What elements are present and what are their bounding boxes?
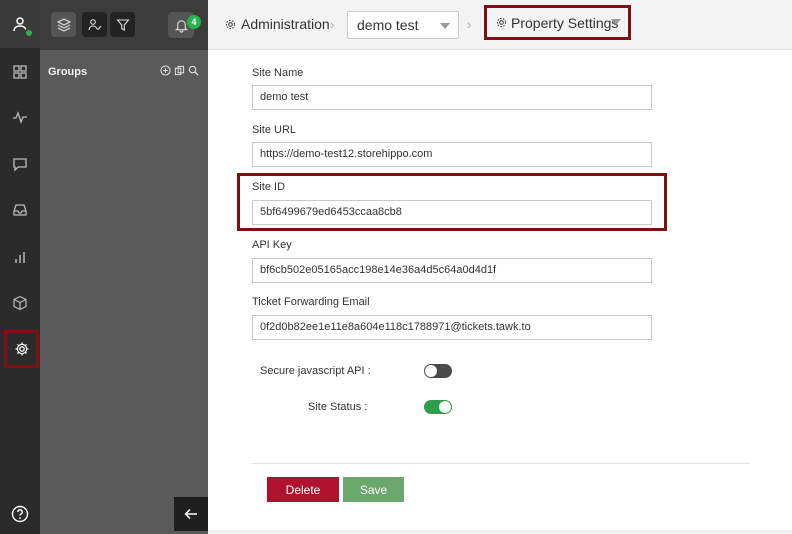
property-select-value: demo test — [357, 17, 419, 33]
rail-settings[interactable] — [4, 330, 39, 368]
rail-monitoring[interactable] — [0, 97, 40, 137]
groups-panel: 4 Groups — [40, 0, 208, 534]
api-key-label: API Key — [252, 239, 292, 251]
gear-icon — [225, 19, 236, 29]
caret-down-icon — [440, 23, 450, 29]
filter-icon — [115, 18, 130, 31]
panel-toolbar: 4 — [40, 0, 208, 50]
pulse-icon — [13, 111, 27, 124]
chevron-right-icon: › — [330, 17, 335, 32]
settings-form: Site Name demo test Site URL https://dem… — [208, 50, 792, 530]
site-url-label: Site URL — [252, 124, 297, 136]
search-icon[interactable] — [188, 65, 199, 76]
user-check-icon — [87, 18, 101, 30]
groups-title: Groups — [48, 66, 88, 78]
site-name-input[interactable]: demo test — [252, 85, 652, 110]
add-group-icon[interactable] — [160, 65, 171, 76]
chevron-right-icon: › — [467, 17, 472, 32]
toggle-knob — [425, 365, 437, 377]
rail-inbox[interactable] — [0, 190, 40, 230]
app: 4 Groups Administration › demo test › Pr… — [0, 0, 792, 534]
administration-label: Administration — [241, 16, 330, 32]
gear-icon — [496, 17, 507, 28]
copy-group-icon[interactable] — [174, 65, 185, 76]
property-select[interactable]: demo test — [347, 11, 459, 39]
rail-addons[interactable] — [0, 283, 40, 323]
help-icon — [11, 505, 29, 523]
site-url-input[interactable]: https://demo-test12.storehippo.com — [252, 142, 652, 167]
inbox-icon — [13, 204, 27, 216]
save-button[interactable]: Save — [343, 477, 404, 502]
ticket-email-label: Ticket Forwarding Email — [252, 296, 370, 308]
api-key-input[interactable]: bf6cb502e05165acc198e14e36a4d5c64a0d4d1f — [252, 258, 652, 283]
header-breadcrumb: Administration › demo test › Property Se… — [208, 0, 792, 50]
site-status-toggle[interactable] — [424, 400, 452, 414]
layers-icon — [56, 17, 71, 32]
rail-messaging[interactable] — [0, 144, 40, 184]
box-icon — [13, 295, 27, 311]
layers-button[interactable] — [51, 12, 76, 37]
toggle-knob — [439, 401, 451, 413]
rail-reports[interactable] — [0, 237, 40, 277]
divider — [252, 463, 750, 464]
notification-count-badge: 4 — [187, 15, 201, 29]
collapse-panel-button[interactable] — [174, 497, 208, 531]
help-button[interactable] — [0, 494, 40, 534]
chat-icon — [13, 158, 27, 172]
ticket-email-input[interactable]: 0f2d0b82ee1e11e8a604e118c1788971@tickets… — [252, 315, 652, 340]
rail-dashboard[interactable] — [0, 52, 40, 92]
site-id-input[interactable]: 5bf6499679ed6453ccaa8cb8 — [252, 200, 652, 225]
groups-actions — [160, 65, 199, 76]
site-id-label: Site ID — [252, 181, 286, 193]
bar-chart-icon — [15, 252, 25, 263]
property-settings-dropdown[interactable]: Property Settings — [484, 5, 631, 40]
filter-button[interactable] — [110, 12, 135, 37]
profile-button[interactable] — [0, 0, 40, 48]
arrow-left-icon — [184, 508, 197, 520]
property-settings-label: Property Settings — [511, 14, 619, 31]
delete-button[interactable]: Delete — [267, 477, 339, 502]
site-status-label: Site Status : — [308, 401, 368, 413]
online-status-dot — [24, 28, 34, 38]
gear-icon — [15, 342, 28, 356]
grid-icon — [13, 65, 27, 79]
secure-js-toggle[interactable] — [424, 364, 452, 378]
breadcrumb-administration[interactable]: Administration — [224, 16, 330, 32]
secure-js-label: Secure javascript API : — [260, 365, 371, 377]
visitor-filter-button[interactable] — [82, 12, 107, 37]
left-rail — [0, 0, 40, 534]
caret-down-icon — [611, 19, 621, 25]
site-name-label: Site Name — [252, 67, 304, 79]
